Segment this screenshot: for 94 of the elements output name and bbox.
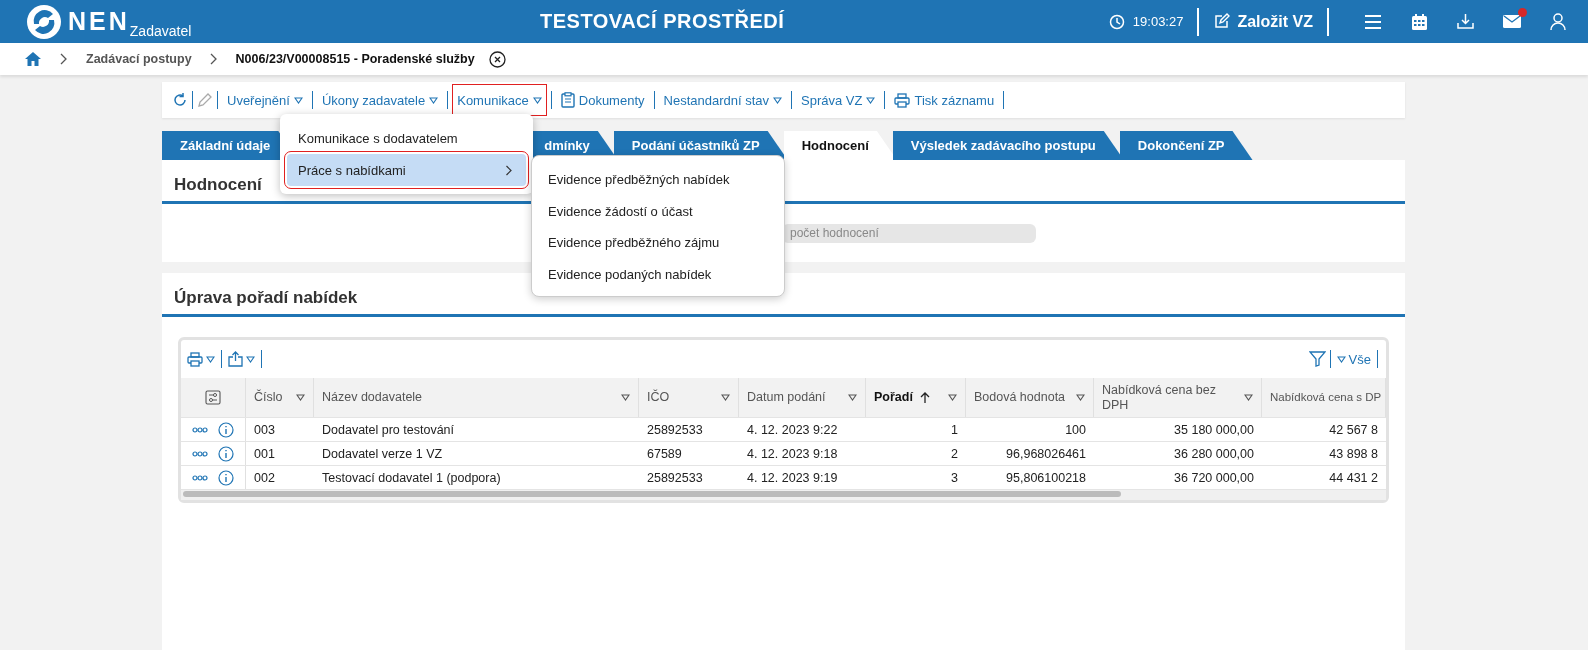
table-cell-text: 003 bbox=[253, 421, 276, 439]
table-cell-text: 35 180 000,00 bbox=[1173, 421, 1255, 439]
menu-icon[interactable] bbox=[1364, 13, 1382, 30]
more-icon[interactable] bbox=[192, 474, 208, 481]
table-cell-text: 25892533 bbox=[646, 469, 704, 487]
table-cell-text: 67589 bbox=[646, 445, 683, 463]
caret-icon bbox=[206, 355, 215, 363]
caret-icon bbox=[532, 96, 542, 104]
clipboard-icon bbox=[560, 92, 575, 108]
chevron-icon bbox=[60, 53, 68, 65]
toolbar-button[interactable]: Nestandardní stav bbox=[658, 84, 788, 116]
filter-icon[interactable] bbox=[1308, 351, 1326, 367]
table-cell-text: 44 431 2 bbox=[1328, 469, 1379, 487]
close-icon[interactable] bbox=[488, 50, 506, 68]
column-header[interactable]: Název dodavatele bbox=[314, 378, 639, 417]
calendar-icon[interactable] bbox=[1411, 12, 1428, 31]
sort-arrow-icon bbox=[918, 391, 931, 404]
column-header[interactable]: Bodová hodnota bbox=[966, 378, 1094, 417]
more-icon[interactable] bbox=[192, 450, 208, 457]
print-button[interactable] bbox=[185, 351, 217, 367]
table-cell-text: 002 bbox=[253, 469, 276, 487]
caret-icon bbox=[429, 96, 439, 104]
table-cell-text: 95,806100218 bbox=[1005, 469, 1087, 487]
environment-title: TESTOVACÍ PROSTŘEDÍ bbox=[540, 10, 785, 33]
caret-icon bbox=[293, 96, 303, 104]
caret-icon bbox=[1336, 355, 1346, 363]
caret-icon[interactable] bbox=[948, 394, 957, 401]
table-cell-text: 4. 12. 2023 9:19 bbox=[746, 469, 839, 487]
table-cell-text: 3 bbox=[950, 469, 959, 487]
table-cell-text: 36 720 000,00 bbox=[1173, 469, 1255, 487]
caret-icon[interactable] bbox=[1244, 394, 1253, 401]
menu-item[interactable]: Evidence podaných nabídek bbox=[532, 258, 784, 290]
edit-icon bbox=[1213, 13, 1231, 30]
column-header[interactable]: Číslo bbox=[246, 378, 314, 417]
info-icon[interactable] bbox=[218, 421, 234, 438]
column-header[interactable]: Datum podání bbox=[739, 378, 866, 417]
printer-icon bbox=[894, 92, 911, 108]
export-button[interactable] bbox=[226, 351, 257, 367]
breadcrumb-link[interactable]: Zadávací postupy bbox=[86, 52, 192, 66]
table-cell-text: Dodavatel pro testování bbox=[321, 421, 456, 439]
table-cell-text: 4. 12. 2023 9:18 bbox=[746, 445, 839, 463]
column-header[interactable]: Nabídková cena bez DPH bbox=[1094, 378, 1262, 417]
toolbar-button[interactable]: Uveřejnění bbox=[222, 84, 308, 116]
caret-icon[interactable] bbox=[721, 394, 730, 401]
toolbar-button[interactable]: Úkony zadavatele bbox=[316, 84, 444, 116]
logo-text: NEN bbox=[68, 7, 130, 35]
caret-icon bbox=[866, 96, 876, 104]
tab[interactable]: Dokončení ZP bbox=[1119, 131, 1253, 160]
caret-icon bbox=[246, 355, 255, 363]
caret-icon[interactable] bbox=[1076, 394, 1085, 401]
toolbar-button[interactable]: Tisk záznamu bbox=[889, 84, 1000, 116]
table-cell-text: 1 bbox=[950, 421, 959, 439]
column-header[interactable]: Pořadí bbox=[866, 378, 966, 417]
clock-icon bbox=[1108, 13, 1125, 30]
logo-icon bbox=[26, 3, 62, 40]
caret-icon[interactable] bbox=[621, 394, 630, 401]
table-cell-text: 001 bbox=[253, 445, 276, 463]
clock-time: 19:03:27 bbox=[1132, 14, 1184, 29]
refresh-icon[interactable] bbox=[172, 92, 188, 108]
info-icon[interactable] bbox=[218, 445, 234, 462]
breadcrumb-link[interactable]: N006/23/V00008515 - Poradenské služby bbox=[235, 52, 475, 66]
menu-item[interactable]: Práce s nabídkami bbox=[287, 154, 526, 186]
table-cell-text: 42 567 8 bbox=[1328, 421, 1379, 439]
info-icon[interactable] bbox=[218, 469, 234, 486]
user-icon[interactable] bbox=[1550, 12, 1566, 31]
table-cell-text: Dodavatel verze 1 VZ bbox=[321, 445, 444, 463]
mail-icon[interactable] bbox=[1503, 15, 1521, 28]
toolbar-button[interactable]: Dokumenty bbox=[555, 84, 650, 116]
caret-icon[interactable] bbox=[296, 394, 305, 401]
caret-icon bbox=[773, 96, 783, 104]
table-cell-text: 36 280 000,00 bbox=[1173, 445, 1255, 463]
home-icon[interactable] bbox=[24, 51, 42, 67]
menu-item[interactable]: Evidence předběžného zájmu bbox=[532, 227, 784, 259]
chevron-icon bbox=[209, 53, 218, 65]
table-cell-text: 4. 12. 2023 9:22 bbox=[746, 421, 839, 439]
table-cell-text: 96,968026461 bbox=[1005, 445, 1087, 463]
table-cell-text: Testovací dodavatel 1 (podpora) bbox=[321, 469, 502, 487]
printer-icon bbox=[187, 351, 203, 367]
table-cell-text: 100 bbox=[1064, 421, 1087, 439]
column-header[interactable]: Nabídková cena s DP bbox=[1262, 378, 1386, 417]
create-button[interactable]: Založit VZ bbox=[1213, 12, 1313, 31]
share-icon bbox=[228, 351, 243, 367]
filter-dropdown[interactable]: Vše bbox=[1334, 351, 1373, 367]
table-cell-text: 2 bbox=[950, 445, 959, 463]
download-icon[interactable] bbox=[1457, 13, 1474, 30]
caret-icon[interactable] bbox=[848, 394, 857, 401]
logo-subtitle: Zadavatel bbox=[129, 22, 192, 39]
toolbar-button[interactable]: Správa VZ bbox=[796, 84, 881, 116]
more-icon[interactable] bbox=[192, 426, 208, 433]
table-cell-text: 25892533 bbox=[646, 421, 704, 439]
menu-item[interactable]: Evidence předběžných nabídek bbox=[532, 164, 784, 196]
table-cell-text: 43 898 8 bbox=[1328, 445, 1379, 463]
column-header[interactable]: IČO bbox=[639, 378, 739, 417]
settings-icon[interactable] bbox=[205, 390, 221, 405]
